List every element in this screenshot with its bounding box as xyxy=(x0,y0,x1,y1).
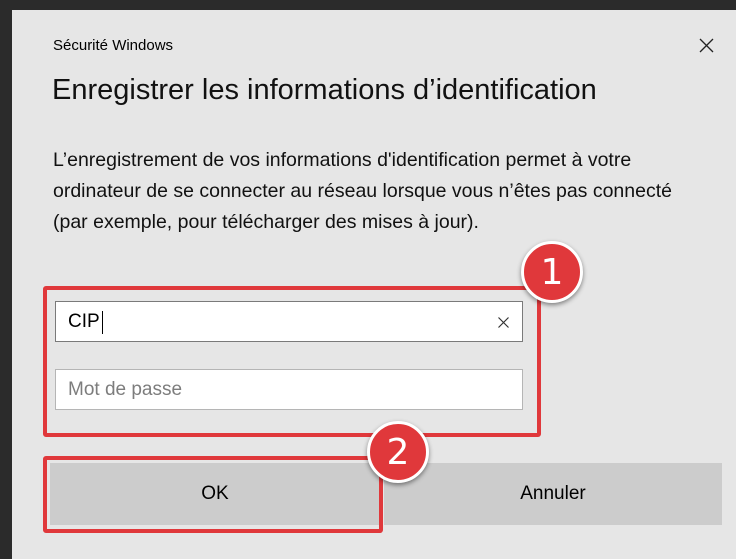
step-badge-2: 2 xyxy=(367,421,429,483)
dialog-message: L’enregistrement de vos informations d'i… xyxy=(53,149,672,233)
window-title: Sécurité Windows xyxy=(53,37,174,54)
cancel-button[interactable]: Annuler xyxy=(384,463,722,525)
close-icon xyxy=(699,38,713,52)
dialog-heading: Enregistrer les informations d’identific… xyxy=(52,74,597,106)
annotation-highlight-credentials xyxy=(43,286,541,437)
close-button[interactable] xyxy=(688,28,724,62)
step-badge-1: 1 xyxy=(521,241,583,303)
annotation-highlight-ok xyxy=(43,456,383,533)
